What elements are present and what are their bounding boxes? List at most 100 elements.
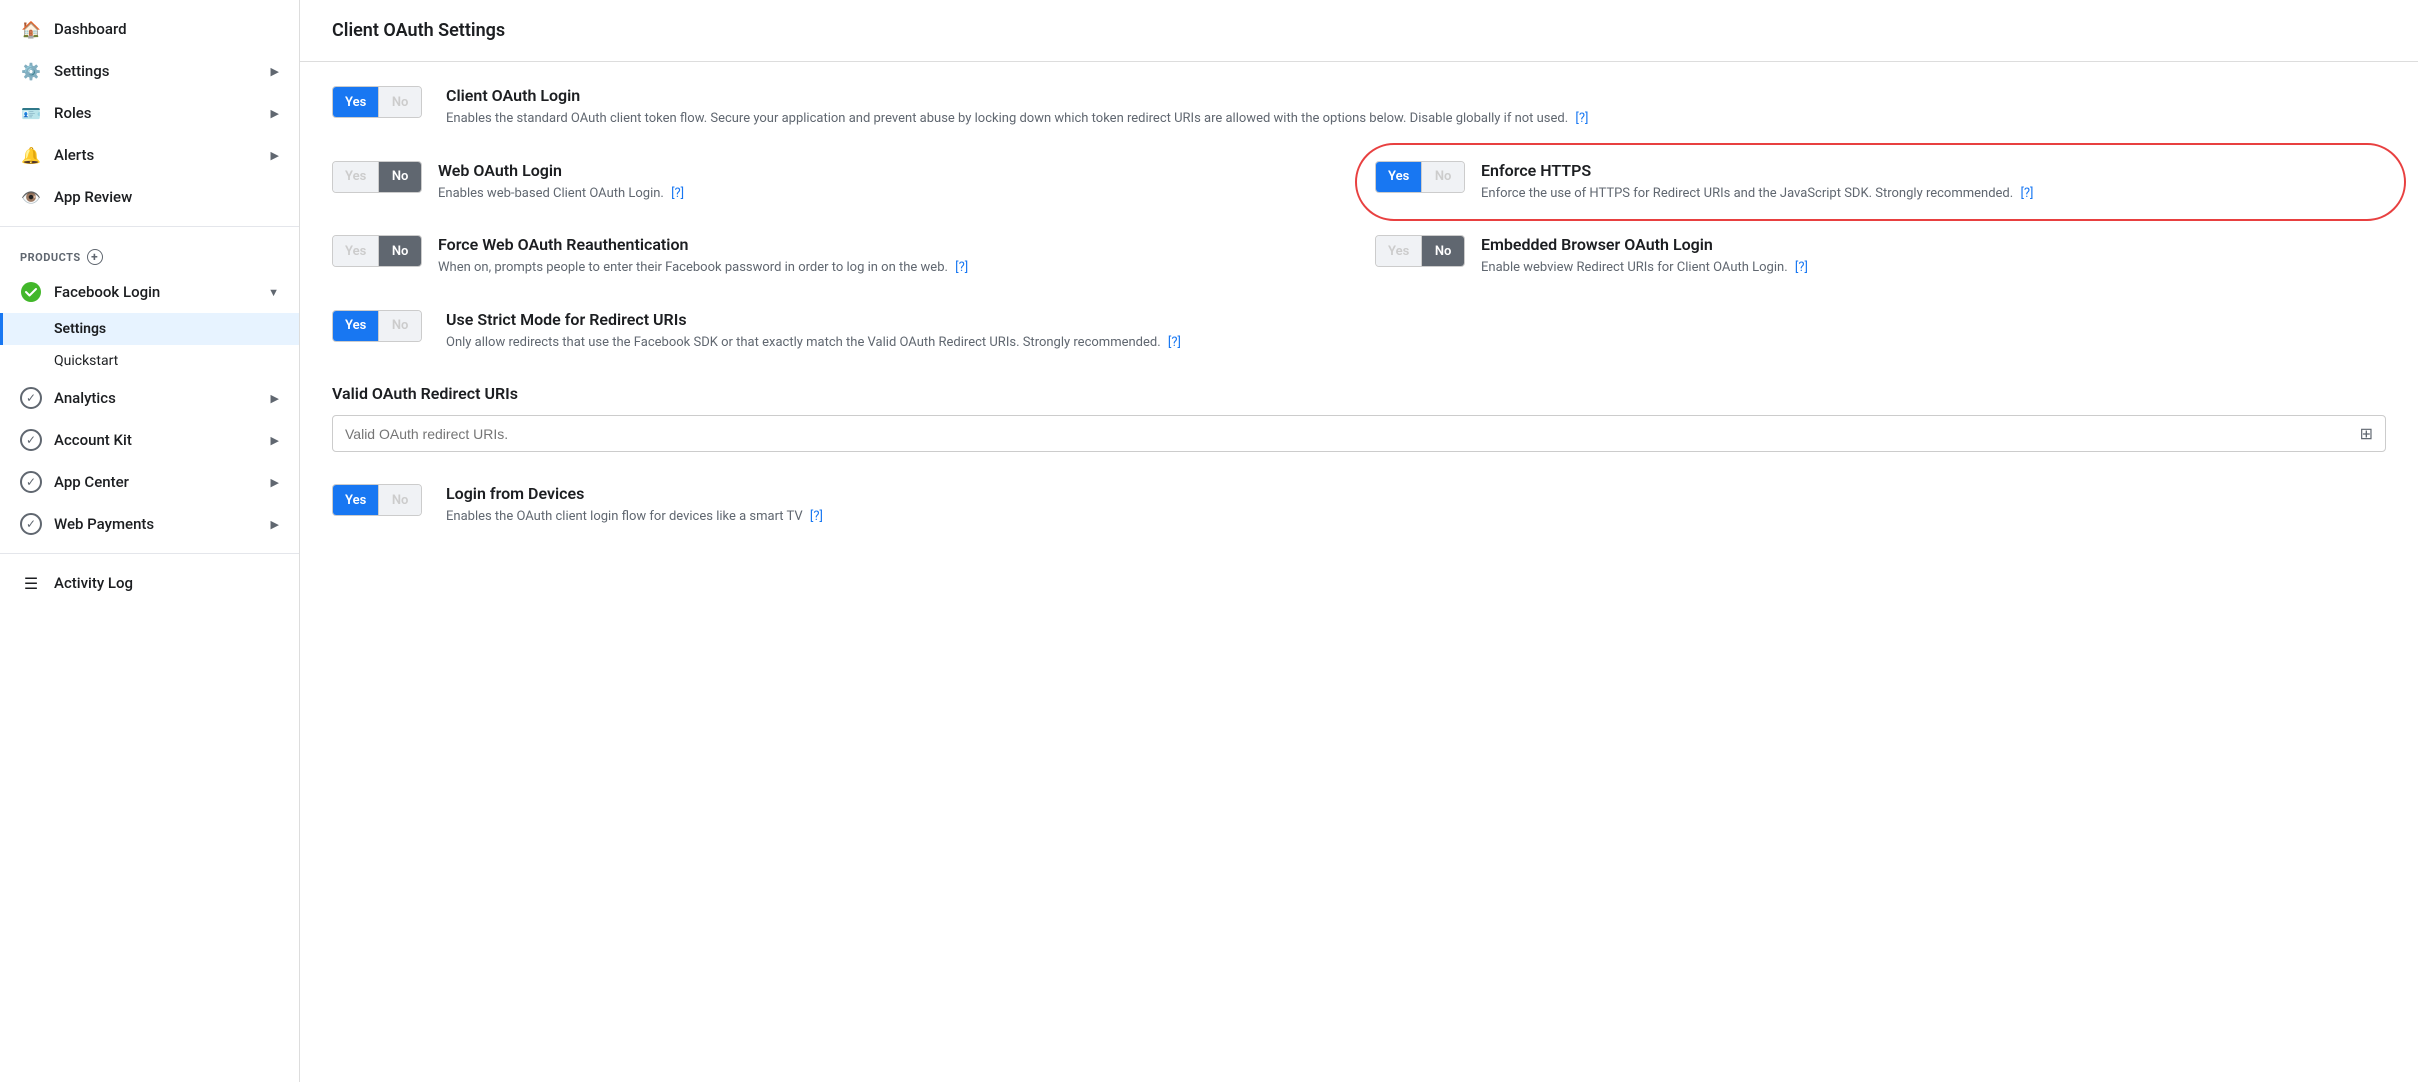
table-icon: ⊞ xyxy=(2360,424,2373,443)
sidebar-item-label: Web Payments xyxy=(54,515,271,533)
chevron-right-icon: ▶ xyxy=(271,434,279,447)
setting-col-web-oauth: Yes No Web OAuth Login Enables web-based… xyxy=(332,161,1343,204)
chevron-right-icon: ▶ xyxy=(271,392,279,405)
setting-title: Client OAuth Login xyxy=(446,86,2386,105)
toggle-no-button[interactable]: No xyxy=(1422,235,1464,267)
uri-input[interactable] xyxy=(345,426,2360,442)
settings-body: Yes No Client OAuth Login Enables the st… xyxy=(300,62,2418,583)
sidebar-item-label: App Center xyxy=(54,473,271,491)
two-col-row-1: Yes No Web OAuth Login Enables web-based… xyxy=(332,161,2386,204)
sidebar-item-label: Facebook Login xyxy=(54,283,268,301)
toggle-login-devices[interactable]: Yes No xyxy=(332,484,422,516)
toggle-yes-button[interactable]: Yes xyxy=(333,86,378,118)
toggle-yes-button[interactable]: Yes xyxy=(1376,235,1421,267)
chevron-right-icon: ▶ xyxy=(271,149,279,162)
toggle-embedded-browser[interactable]: Yes No xyxy=(1375,235,1465,267)
sidebar-item-web-payments[interactable]: ✓ Web Payments ▶ xyxy=(0,503,299,545)
sidebar-subitem-fl-settings[interactable]: Settings xyxy=(0,313,299,345)
sidebar-item-alerts[interactable]: 🔔 Alerts ▶ xyxy=(0,134,299,176)
sidebar-item-analytics[interactable]: ✓ Analytics ▶ xyxy=(0,377,299,419)
help-link[interactable]: [?] xyxy=(955,260,968,275)
toggle-no-button[interactable]: No xyxy=(379,86,421,118)
setting-info-client-oauth: Client OAuth Login Enables the standard … xyxy=(446,86,2386,129)
list-icon: ☰ xyxy=(20,572,42,594)
setting-col-embedded-browser: Yes No Embedded Browser OAuth Login Enab… xyxy=(1375,235,2386,278)
roles-icon: 🪪 xyxy=(20,102,42,124)
sidebar-item-app-review[interactable]: 👁️ App Review xyxy=(0,176,299,218)
setting-row-login-devices: Yes No Login from Devices Enables the OA… xyxy=(332,484,2386,527)
chevron-right-icon: ▶ xyxy=(271,518,279,531)
help-link[interactable]: [?] xyxy=(1168,335,1181,350)
setting-title: Login from Devices xyxy=(446,484,2386,503)
help-link[interactable]: [?] xyxy=(1795,260,1808,275)
help-link[interactable]: [?] xyxy=(1575,111,1588,126)
toggle-yes-button[interactable]: Yes xyxy=(333,484,378,516)
toggle-yes-button[interactable]: Yes xyxy=(333,161,378,193)
toggle-no-button[interactable]: No xyxy=(379,310,421,342)
setting-info-strict-mode: Use Strict Mode for Redirect URIs Only a… xyxy=(446,310,2386,353)
setting-row-client-oauth: Yes No Client OAuth Login Enables the st… xyxy=(332,86,2386,129)
help-link[interactable]: [?] xyxy=(671,186,684,201)
setting-desc: Enables the OAuth client login flow for … xyxy=(446,507,2386,527)
setting-desc: Only allow redirects that use the Facebo… xyxy=(446,333,2386,353)
products-section-header: PRODUCTS + xyxy=(0,235,299,271)
sidebar-item-label: App Review xyxy=(54,188,279,206)
toggle-no-button[interactable]: No xyxy=(379,484,421,516)
toggle-no-button[interactable]: No xyxy=(379,161,421,193)
toggle-yes-button[interactable]: Yes xyxy=(333,310,378,342)
toggle-client-oauth[interactable]: Yes No xyxy=(332,86,422,118)
sidebar-item-app-center[interactable]: ✓ App Center ▶ xyxy=(0,461,299,503)
sidebar-item-label: Dashboard xyxy=(54,20,279,38)
sidebar-item-label: Analytics xyxy=(54,389,271,407)
toggle-yes-button[interactable]: Yes xyxy=(333,235,378,267)
circle-check-icon: ✓ xyxy=(20,471,42,493)
sidebar-item-label: Account Kit xyxy=(54,431,271,449)
chevron-right-icon: ▶ xyxy=(271,65,279,78)
toggle-web-oauth[interactable]: Yes No xyxy=(332,161,422,193)
setting-info-web-oauth: Web OAuth Login Enables web-based Client… xyxy=(438,161,1343,204)
setting-title: Enforce HTTPS xyxy=(1481,161,2386,180)
valid-uris-section: Valid OAuth Redirect URIs ⊞ xyxy=(332,384,2386,452)
chevron-right-icon: ▶ xyxy=(271,476,279,489)
main-content: Client OAuth Settings Yes No Client OAut… xyxy=(300,0,2418,1082)
setting-info-login-devices: Login from Devices Enables the OAuth cli… xyxy=(446,484,2386,527)
chevron-right-icon: ▶ xyxy=(271,107,279,120)
bell-icon: 🔔 xyxy=(20,144,42,166)
circle-check-icon: ✓ xyxy=(20,429,42,451)
help-link[interactable]: [?] xyxy=(2020,186,2033,201)
toggle-strict-mode[interactable]: Yes No xyxy=(332,310,422,342)
setting-title: Force Web OAuth Reauthentication xyxy=(438,235,1343,254)
setting-info-enforce-https: Enforce HTTPS Enforce the use of HTTPS f… xyxy=(1481,161,2386,204)
sidebar-item-settings[interactable]: ⚙️ Settings ▶ xyxy=(0,50,299,92)
sidebar-item-label: Roles xyxy=(54,104,271,122)
page-title: Client OAuth Settings xyxy=(300,0,2418,62)
setting-title: Embedded Browser OAuth Login xyxy=(1481,235,2386,254)
setting-col-enforce-https: Yes No Enforce HTTPS Enforce the use of … xyxy=(1375,161,2386,204)
toggle-enforce-https[interactable]: Yes No xyxy=(1375,161,1465,193)
setting-title: Web OAuth Login xyxy=(438,161,1343,180)
green-check-icon xyxy=(20,281,42,303)
products-label: PRODUCTS xyxy=(20,251,81,264)
sidebar-item-dashboard[interactable]: 🏠 Dashboard xyxy=(0,8,299,50)
sidebar-item-roles[interactable]: 🪪 Roles ▶ xyxy=(0,92,299,134)
add-product-button[interactable]: + xyxy=(87,249,103,265)
setting-title: Use Strict Mode for Redirect URIs xyxy=(446,310,2386,329)
setting-info-embedded-browser: Embedded Browser OAuth Login Enable webv… xyxy=(1481,235,2386,278)
sidebar-subitem-fl-quickstart[interactable]: Quickstart xyxy=(0,345,299,377)
setting-desc: Enables the standard OAuth client token … xyxy=(446,109,2386,129)
divider xyxy=(0,226,299,227)
setting-desc: Enforce the use of HTTPS for Redirect UR… xyxy=(1481,184,2386,204)
circle-check-icon: ✓ xyxy=(20,513,42,535)
sidebar-item-facebook-login[interactable]: Facebook Login ▼ xyxy=(0,271,299,313)
toggle-yes-button[interactable]: Yes xyxy=(1376,161,1421,193)
toggle-no-button[interactable]: No xyxy=(379,235,421,267)
toggle-no-button[interactable]: No xyxy=(1422,161,1464,193)
gear-icon: ⚙️ xyxy=(20,60,42,82)
sidebar-item-activity-log[interactable]: ☰ Activity Log xyxy=(0,562,299,604)
toggle-force-web-oauth[interactable]: Yes No xyxy=(332,235,422,267)
sidebar-item-label: Settings xyxy=(54,62,271,80)
help-link[interactable]: [?] xyxy=(810,509,823,524)
divider xyxy=(0,553,299,554)
sidebar-item-account-kit[interactable]: ✓ Account Kit ▶ xyxy=(0,419,299,461)
setting-desc: Enable webview Redirect URIs for Client … xyxy=(1481,258,2386,278)
